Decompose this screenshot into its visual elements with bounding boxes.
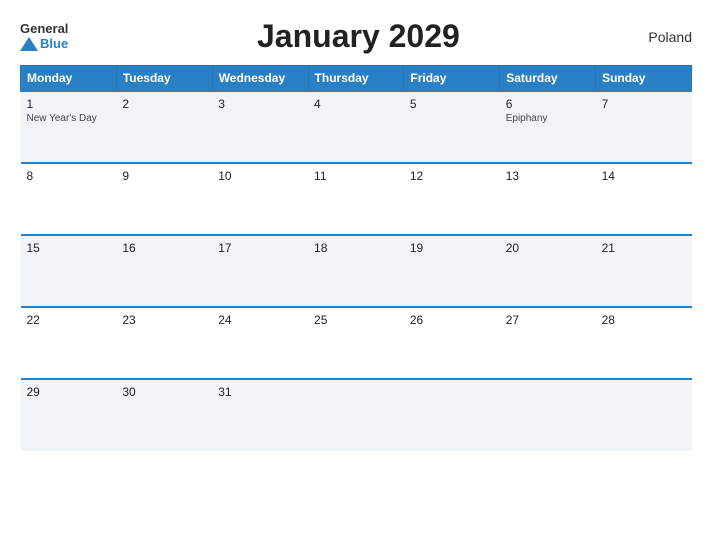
calendar-week-row: 22 23 24 25 26 27 28 xyxy=(21,307,692,379)
day-number: 8 xyxy=(27,169,111,183)
calendar-day-cell: 5 xyxy=(404,91,500,163)
day-number: 11 xyxy=(314,169,398,183)
day-number: 31 xyxy=(218,385,302,399)
calendar-day-cell xyxy=(404,379,500,451)
day-number: 17 xyxy=(218,241,302,255)
day-number: 12 xyxy=(410,169,494,183)
calendar-day-cell: 15 xyxy=(21,235,117,307)
calendar-day-cell: 3 xyxy=(212,91,308,163)
calendar-week-row: 29 30 31 xyxy=(21,379,692,451)
weekday-header-monday: Monday xyxy=(21,66,117,92)
day-number: 1 xyxy=(27,97,111,111)
calendar-day-cell: 29 xyxy=(21,379,117,451)
calendar-day-cell: 1 New Year's Day xyxy=(21,91,117,163)
day-number: 30 xyxy=(122,385,206,399)
calendar-day-cell: 18 xyxy=(308,235,404,307)
calendar-week-row: 89 10 11 12 13 14 xyxy=(21,163,692,235)
logo-flag-icon xyxy=(20,37,38,51)
calendar-day-cell: 16 xyxy=(116,235,212,307)
day-number: 6 xyxy=(506,97,590,111)
weekday-header-saturday: Saturday xyxy=(500,66,596,92)
day-number: 27 xyxy=(506,313,590,327)
calendar-day-cell xyxy=(596,379,692,451)
calendar-day-cell: 6 Epiphany xyxy=(500,91,596,163)
calendar-day-cell: 27 xyxy=(500,307,596,379)
calendar-day-cell: 21 xyxy=(596,235,692,307)
calendar-day-cell: 31 xyxy=(212,379,308,451)
weekday-header-tuesday: Tuesday xyxy=(116,66,212,92)
holiday-label: New Year's Day xyxy=(27,113,111,124)
day-number: 21 xyxy=(602,241,686,255)
weekday-header-friday: Friday xyxy=(404,66,500,92)
day-number: 14 xyxy=(602,169,686,183)
calendar-day-cell: 9 xyxy=(116,163,212,235)
day-number: 25 xyxy=(314,313,398,327)
calendar-day-cell: 13 xyxy=(500,163,596,235)
weekday-header-thursday: Thursday xyxy=(308,66,404,92)
calendar-day-cell: 8 xyxy=(21,163,117,235)
day-number: 3 xyxy=(218,97,302,111)
logo-general-text: General xyxy=(20,22,68,36)
calendar-day-cell xyxy=(500,379,596,451)
calendar-title: January 2029 xyxy=(257,18,460,55)
day-number: 24 xyxy=(218,313,302,327)
day-number: 26 xyxy=(410,313,494,327)
holiday-label: Epiphany xyxy=(506,113,590,124)
day-number: 23 xyxy=(122,313,206,327)
day-number: 28 xyxy=(602,313,686,327)
calendar-day-cell: 7 xyxy=(596,91,692,163)
calendar-header: General Blue January 2029 Poland xyxy=(20,18,692,55)
calendar-day-cell: 4 xyxy=(308,91,404,163)
calendar-day-cell: 14 xyxy=(596,163,692,235)
day-number: 2 xyxy=(122,97,206,111)
country-label: Poland xyxy=(648,29,692,45)
calendar-day-cell xyxy=(308,379,404,451)
day-number: 7 xyxy=(602,97,686,111)
day-number: 4 xyxy=(314,97,398,111)
day-number: 19 xyxy=(410,241,494,255)
calendar-week-row: 15 16 17 18 19 20 21 xyxy=(21,235,692,307)
day-number: 13 xyxy=(506,169,590,183)
weekday-header-wednesday: Wednesday xyxy=(212,66,308,92)
weekday-header-sunday: Sunday xyxy=(596,66,692,92)
day-number: 15 xyxy=(27,241,111,255)
day-number: 10 xyxy=(218,169,302,183)
calendar-day-cell: 22 xyxy=(21,307,117,379)
calendar-day-cell: 25 xyxy=(308,307,404,379)
day-number: 9 xyxy=(122,169,206,183)
calendar-day-cell: 12 xyxy=(404,163,500,235)
calendar-day-cell: 23 xyxy=(116,307,212,379)
weekday-header-row: MondayTuesdayWednesdayThursdayFridaySatu… xyxy=(21,66,692,92)
logo-blue-row: Blue xyxy=(20,37,68,51)
calendar-day-cell: 10 xyxy=(212,163,308,235)
calendar-day-cell: 30 xyxy=(116,379,212,451)
day-number: 16 xyxy=(122,241,206,255)
day-number: 18 xyxy=(314,241,398,255)
calendar-table: MondayTuesdayWednesdayThursdayFridaySatu… xyxy=(20,65,692,451)
calendar-day-cell: 26 xyxy=(404,307,500,379)
logo: General Blue xyxy=(20,22,68,51)
day-number: 22 xyxy=(27,313,111,327)
calendar-day-cell: 11 xyxy=(308,163,404,235)
calendar-day-cell: 2 xyxy=(116,91,212,163)
day-number: 29 xyxy=(27,385,111,399)
calendar-week-row: 1 New Year's Day 23456 Epiphany 7 xyxy=(21,91,692,163)
calendar-day-cell: 20 xyxy=(500,235,596,307)
day-number: 5 xyxy=(410,97,494,111)
calendar-day-cell: 17 xyxy=(212,235,308,307)
calendar-day-cell: 24 xyxy=(212,307,308,379)
calendar-day-cell: 19 xyxy=(404,235,500,307)
calendar-day-cell: 28 xyxy=(596,307,692,379)
logo-blue-text: Blue xyxy=(40,37,68,51)
day-number: 20 xyxy=(506,241,590,255)
